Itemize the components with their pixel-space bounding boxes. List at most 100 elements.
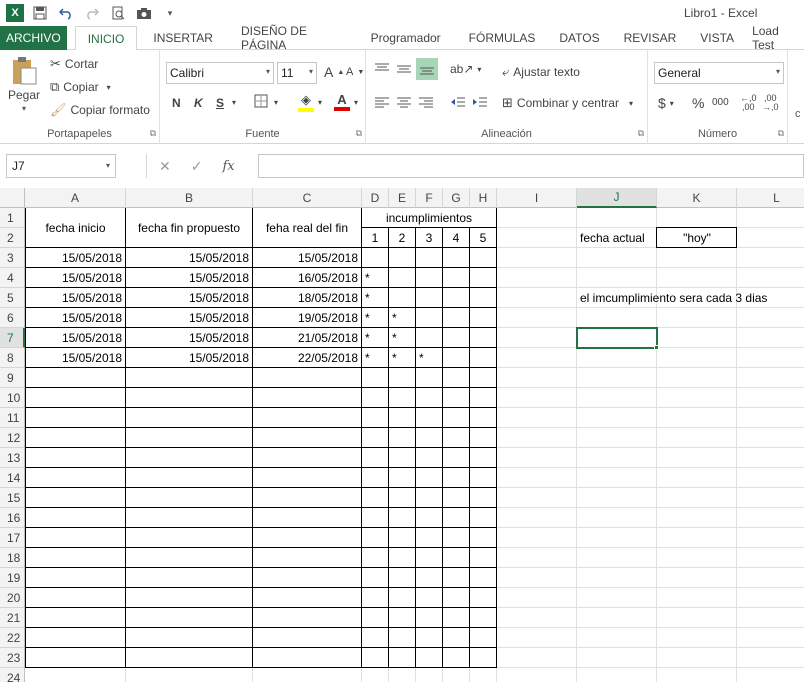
font-color-icon[interactable]: A: [334, 92, 350, 111]
cell-a7[interactable]: 15/05/2018: [26, 328, 125, 348]
row-header-3[interactable]: 3: [0, 248, 25, 268]
column-header-a[interactable]: A: [25, 188, 126, 208]
tab-programador[interactable]: Programador: [359, 26, 453, 50]
align-bottom-icon[interactable]: [416, 58, 438, 80]
undo-icon[interactable]: [56, 3, 76, 23]
column-header-l[interactable]: L: [737, 188, 804, 208]
cell-d7[interactable]: *: [362, 328, 388, 348]
enter-icon[interactable]: ✓: [191, 158, 203, 175]
row-header-8[interactable]: 8: [0, 348, 25, 368]
tab-inicio[interactable]: INICIO: [74, 26, 138, 51]
row-header-16[interactable]: 16: [0, 508, 25, 528]
alignment-launcher-icon[interactable]: ⧉: [638, 128, 644, 139]
active-cell-selection[interactable]: [576, 327, 658, 349]
save-icon[interactable]: [30, 3, 50, 23]
cell-f8[interactable]: *: [416, 348, 442, 368]
format-painter-button[interactable]: 🖌 Copiar formato: [50, 102, 150, 118]
cell-d4[interactable]: *: [362, 268, 388, 288]
row-header-17[interactable]: 17: [0, 528, 25, 548]
decrease-indent-icon[interactable]: [450, 96, 466, 108]
tab-diseno-pagina[interactable]: DISEÑO DE PÁGINA: [229, 24, 355, 52]
redo-icon[interactable]: [82, 3, 102, 23]
number-launcher-icon[interactable]: ⧉: [778, 128, 784, 139]
cell-e5[interactable]: [389, 288, 415, 308]
cell-b7[interactable]: 15/05/2018: [126, 328, 252, 348]
row-header-2[interactable]: 2: [0, 228, 25, 248]
tab-datos[interactable]: DATOS: [547, 26, 611, 50]
fill-color-dropdown-icon[interactable]: ▾: [318, 98, 322, 107]
cell-a5[interactable]: 15/05/2018: [26, 288, 125, 308]
cell-c3[interactable]: 15/05/2018: [253, 248, 361, 268]
increase-decimal-icon[interactable]: ←,0,00: [740, 94, 757, 112]
copy-button[interactable]: ⧉ Copiar ▾: [50, 79, 111, 95]
borders-icon[interactable]: [254, 94, 268, 108]
cell-f7[interactable]: [416, 328, 442, 348]
borders-dropdown-icon[interactable]: ▾: [274, 98, 278, 107]
fill-handle[interactable]: [654, 345, 659, 350]
inc-col-1[interactable]: 1: [362, 228, 388, 248]
cell-c6[interactable]: 19/05/2018: [253, 308, 361, 328]
inc-col-3[interactable]: 3: [416, 228, 442, 248]
underline-dropdown-icon[interactable]: ▾: [232, 98, 236, 107]
percent-button[interactable]: %: [692, 95, 704, 111]
name-box[interactable]: J7 ▾: [6, 154, 116, 178]
thousands-button[interactable]: 000: [712, 97, 729, 108]
orientation-icon[interactable]: ab↗ ▾: [450, 62, 481, 76]
align-center-icon[interactable]: [396, 96, 412, 108]
camera-icon[interactable]: [134, 3, 154, 23]
merge-center-button[interactable]: ⊞ Combinar y centrar ▾: [502, 95, 633, 111]
cell-f6[interactable]: [416, 308, 442, 328]
cell-f3[interactable]: [416, 248, 442, 268]
tab-vista[interactable]: VISTA: [688, 26, 746, 50]
cut-button[interactable]: ✂ Cortar: [50, 56, 98, 72]
cell-c4[interactable]: 16/05/2018: [253, 268, 361, 288]
merge-dropdown-icon[interactable]: ▾: [629, 99, 633, 108]
column-header-k[interactable]: K: [657, 188, 737, 208]
cell-a3[interactable]: 15/05/2018: [26, 248, 125, 268]
cell-j5-note[interactable]: el imcumplimiento sera cada 3 dias: [577, 288, 797, 308]
column-header-j[interactable]: J: [577, 188, 657, 208]
cell-c7[interactable]: 21/05/2018: [253, 328, 361, 348]
row-header-14[interactable]: 14: [0, 468, 25, 488]
italic-button[interactable]: K: [194, 96, 203, 110]
align-left-icon[interactable]: [374, 96, 390, 108]
font-size-combo[interactable]: 11 ▾: [277, 62, 317, 84]
wrap-text-button[interactable]: ⤶ Ajustar texto: [502, 64, 580, 80]
bold-button[interactable]: N: [172, 96, 181, 110]
row-header-21[interactable]: 21: [0, 608, 25, 628]
row-header-1[interactable]: 1: [0, 208, 25, 228]
name-box-dropdown-icon[interactable]: ▾: [106, 161, 110, 170]
paste-dropdown-icon[interactable]: ▾: [22, 104, 26, 113]
column-header-f[interactable]: F: [416, 188, 443, 208]
tab-formulas[interactable]: FÓRMULAS: [457, 26, 548, 50]
row-header-11[interactable]: 11: [0, 408, 25, 428]
row-header-22[interactable]: 22: [0, 628, 25, 648]
row-header-12[interactable]: 12: [0, 428, 25, 448]
row-header-6[interactable]: 6: [0, 308, 25, 328]
row-header-4[interactable]: 4: [0, 268, 25, 288]
cell-b3[interactable]: 15/05/2018: [126, 248, 252, 268]
cell-d5[interactable]: *: [362, 288, 388, 308]
cell-k2-hoy[interactable]: "hoy": [657, 228, 737, 248]
print-preview-icon[interactable]: [108, 3, 128, 23]
column-header-c[interactable]: C: [253, 188, 362, 208]
select-all-corner[interactable]: [0, 188, 25, 208]
row-header-19[interactable]: 19: [0, 568, 25, 588]
tab-archivo[interactable]: ARCHIVO: [0, 26, 67, 50]
cell-c8[interactable]: 22/05/2018: [253, 348, 361, 368]
cell-d3[interactable]: [362, 248, 388, 268]
decrease-font-button[interactable]: A ▼: [346, 66, 364, 78]
cell-j2-fecha-actual[interactable]: fecha actual: [577, 228, 657, 248]
currency-button[interactable]: $ ▾: [658, 95, 674, 111]
row-header-5[interactable]: 5: [0, 288, 25, 308]
row-header-13[interactable]: 13: [0, 448, 25, 468]
copy-dropdown-icon[interactable]: ▾: [107, 83, 111, 92]
cell-e4[interactable]: [389, 268, 415, 288]
row-header-10[interactable]: 10: [0, 388, 25, 408]
inc-col-2[interactable]: 2: [389, 228, 415, 248]
cell-b5[interactable]: 15/05/2018: [126, 288, 252, 308]
align-right-icon[interactable]: [418, 96, 434, 108]
row-header-24[interactable]: 24: [0, 668, 25, 682]
cell-a4[interactable]: 15/05/2018: [26, 268, 125, 288]
font-color-dropdown-icon[interactable]: ▾: [354, 98, 358, 107]
